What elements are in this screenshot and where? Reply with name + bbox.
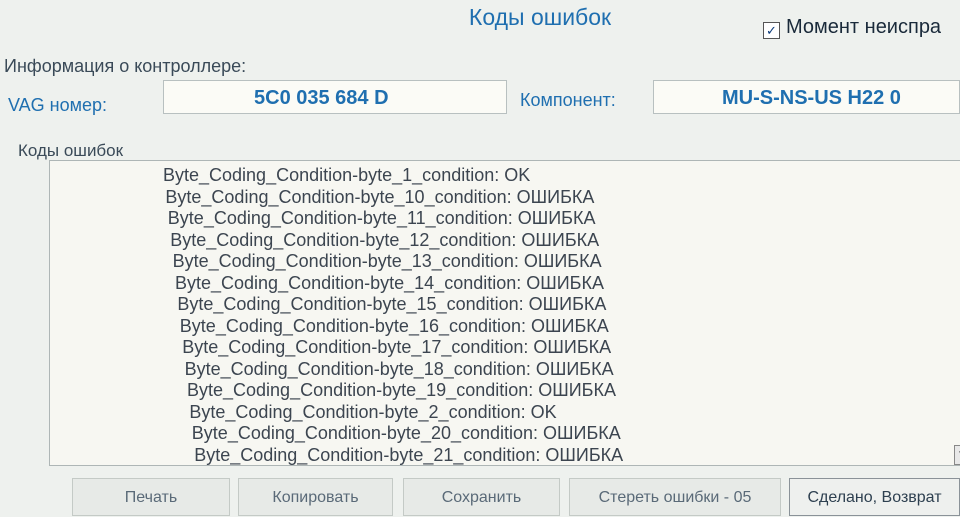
- fault-code-line: Byte_Coding_Condition-byte_2_condition: …: [189, 401, 557, 422]
- component-label: Компонент:: [520, 90, 616, 110]
- fault-code-line: Byte_Coding_Condition-byte_20_condition:…: [191, 423, 621, 443]
- scroll-down-icon[interactable]: ▼: [954, 445, 960, 465]
- save-button[interactable]: Сохранить: [403, 478, 560, 516]
- clear-codes-button[interactable]: Стереть ошибки - 05: [569, 478, 781, 516]
- moment-label: Момент неиспра: [786, 16, 942, 38]
- fault-code-line: Byte_Coding_Condition-byte_15_condition:…: [177, 294, 607, 314]
- fault-code-line: Byte_Coding_Condition-byte_13_condition:…: [172, 251, 602, 271]
- fault-code-line: Byte_Coding_Condition-byte_11_condition:…: [167, 208, 596, 228]
- vag-number-label: VAG номер:: [8, 95, 108, 115]
- component-field: MU-S-NS-US H22 0: [653, 80, 960, 114]
- controller-info-label: Информация о контроллере:: [4, 56, 247, 76]
- fault-code-line: Byte_Coding_Condition-byte_21_condition:…: [194, 444, 624, 465]
- moment-checkbox[interactable]: ✓: [763, 22, 780, 39]
- fault-codes-list[interactable]: Byte_Coding_Condition-byte_1_condition: …: [49, 160, 960, 466]
- copy-button[interactable]: Копировать: [238, 478, 393, 516]
- fault-code-line: Byte_Coding_Condition-byte_17_condition:…: [182, 337, 612, 357]
- print-button[interactable]: Печать: [72, 478, 230, 516]
- done-return-button[interactable]: Сделано, Возврат: [789, 478, 960, 516]
- fault-code-line: Byte_Coding_Condition-byte_18_condition:…: [184, 358, 614, 379]
- fault-code-line: Byte_Coding_Condition-byte_12_condition:…: [170, 229, 600, 250]
- moment-option[interactable]: ✓ Момент неиспра: [763, 16, 941, 39]
- fault-code-line: Byte_Coding_Condition-byte_14_condition:…: [175, 272, 604, 293]
- fault-code-line: Byte_Coding_Condition-byte_1_condition: …: [163, 165, 531, 185]
- fault-codes-label: Коды ошибок: [18, 141, 124, 160]
- vag-number-field: 5C0 035 684 D: [163, 80, 507, 114]
- fault-code-line: Byte_Coding_Condition-byte_16_condition:…: [179, 315, 609, 336]
- fault-code-line: Byte_Coding_Condition-byte_19_condition:…: [187, 380, 616, 400]
- fault-code-line: Byte_Coding_Condition-byte_10_condition:…: [165, 186, 595, 207]
